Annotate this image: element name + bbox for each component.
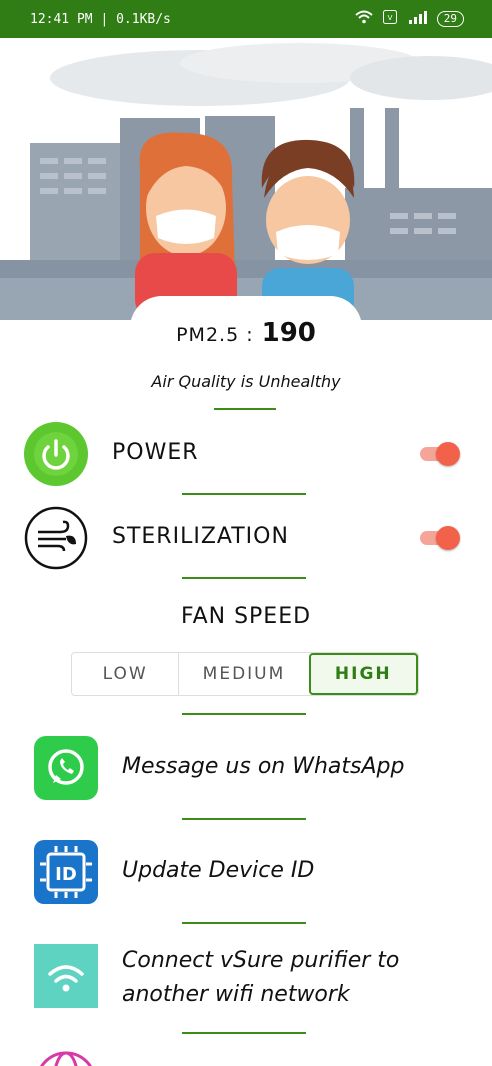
- power-row: POWER: [0, 422, 492, 486]
- status-bar: 12:41 PM | 0.1KB/s V 29: [0, 0, 492, 38]
- fan-speed-selector: LOW MEDIUM HIGH: [71, 652, 419, 696]
- divider: [182, 1032, 306, 1034]
- fan-speed-medium[interactable]: MEDIUM: [179, 653, 308, 695]
- svg-text:V: V: [387, 14, 392, 22]
- divider: [182, 493, 306, 495]
- whatsapp-label: Message us on WhatsApp: [122, 754, 405, 779]
- divider: [182, 818, 306, 820]
- signal-icon: [407, 10, 427, 28]
- globe-icon[interactable]: [34, 1050, 98, 1066]
- power-label: POWER: [112, 440, 199, 465]
- fan-speed-title: FAN SPEED: [180, 604, 312, 629]
- device-id-icon: ID: [34, 840, 98, 904]
- sterilization-row: STERILIZATION: [0, 506, 492, 570]
- svg-text:ID: ID: [55, 864, 77, 885]
- wifi-network-item[interactable]: Connect vSure purifier to another wifi n…: [0, 944, 492, 1016]
- wifi-network-icon: [34, 944, 98, 1008]
- pollution-illustration: [0, 38, 492, 320]
- air-quality-status: Air Quality is Unhealthy: [151, 372, 341, 391]
- fan-speed-high[interactable]: HIGH: [308, 653, 418, 695]
- pm25-reading: PM2.5 : 190: [0, 318, 492, 348]
- wifi-network-label: Connect vSure purifier to another wifi n…: [122, 944, 399, 1012]
- pm25-label: PM2.5 :: [176, 324, 254, 346]
- battery-icon: 29: [436, 11, 464, 27]
- power-icon[interactable]: [24, 422, 88, 486]
- divider: [182, 922, 306, 924]
- volte-icon: V: [382, 10, 397, 28]
- status-time: 12:41 PM | 0.1KB/s: [30, 11, 171, 27]
- whatsapp-icon: [34, 736, 98, 800]
- divider: [182, 713, 306, 715]
- divider: [214, 408, 276, 410]
- pm25-value: 190: [261, 318, 316, 348]
- fan-speed-low[interactable]: LOW: [72, 653, 180, 695]
- power-toggle[interactable]: [420, 442, 462, 466]
- sterilization-label: STERILIZATION: [112, 524, 289, 549]
- sterilization-toggle[interactable]: [420, 526, 462, 550]
- whatsapp-item[interactable]: Message us on WhatsApp: [0, 736, 492, 800]
- wifi-icon: [355, 10, 373, 28]
- device-id-label: Update Device ID: [122, 858, 315, 883]
- wifi-network-line1: Connect vSure purifier to: [122, 948, 400, 973]
- wind-leaf-icon[interactable]: [24, 506, 88, 570]
- wifi-network-line2: another wifi network: [122, 982, 350, 1007]
- divider: [182, 577, 306, 579]
- device-id-item[interactable]: ID Update Device ID: [0, 840, 492, 904]
